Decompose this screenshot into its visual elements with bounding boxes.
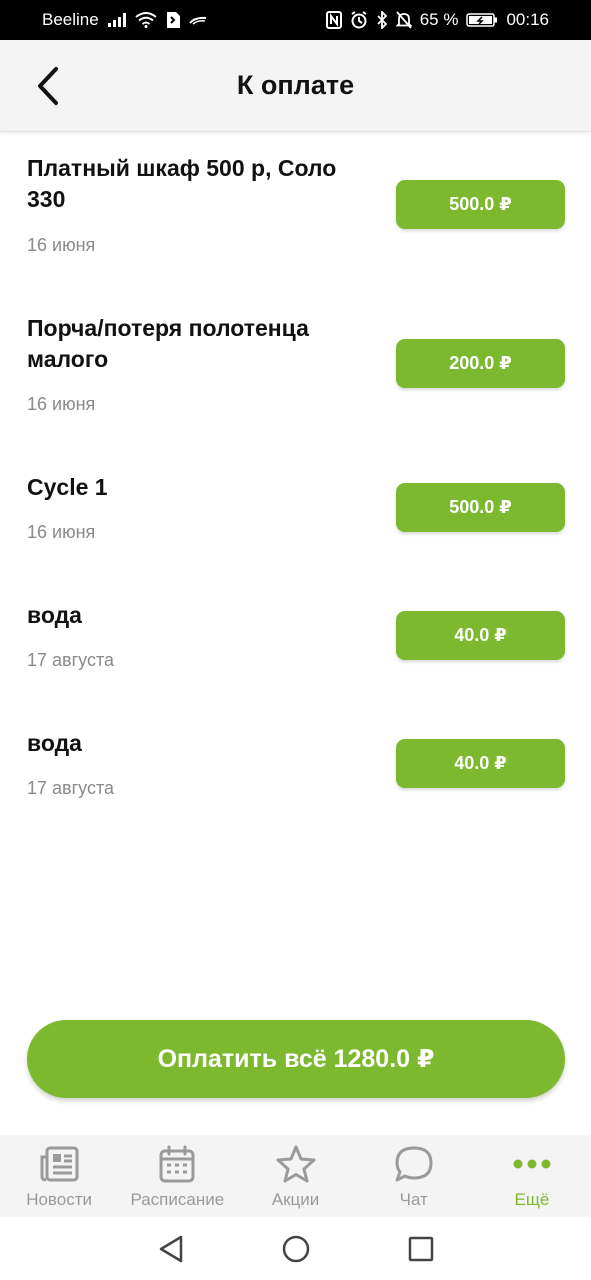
screen: Beeline 65 % 00:16 К оплате Платный шкаф… — [0, 0, 591, 1280]
signal-icon — [107, 12, 127, 28]
payment-date: 17 августа — [27, 650, 115, 670]
pay-amount-button[interactable]: 500.0 ₽ — [396, 483, 565, 532]
star-icon — [276, 1144, 316, 1184]
app-header: К оплате — [0, 40, 591, 132]
payment-title: вода — [27, 730, 82, 756]
nav-home-button[interactable] — [276, 1229, 316, 1269]
payment-date: 17 августа — [27, 778, 115, 798]
tab-label: Акции — [271, 1190, 320, 1209]
pay-amount-button[interactable]: 40.0 ₽ — [396, 611, 565, 660]
tab-label: Расписание — [130, 1190, 225, 1209]
sim-icon — [165, 11, 181, 29]
tab-label: Новости — [26, 1190, 92, 1209]
payment-date: 16 июня — [27, 522, 96, 542]
pay-all-button[interactable]: Оплатить всё 1280.0 ₽ — [27, 1020, 565, 1098]
circle-home-icon — [282, 1235, 309, 1262]
bottom-tab-bar: Новости Расписание Акции Чат Ещё — [0, 1135, 591, 1217]
battery-icon — [466, 12, 498, 28]
nfc-icon — [325, 11, 342, 29]
bluetooth-icon — [376, 11, 388, 29]
payment-title: Платный шкаф 500 р, Соло 330 — [27, 155, 337, 212]
news-icon — [39, 1144, 79, 1184]
tab-news[interactable]: Новости — [0, 1135, 118, 1217]
page-title: К оплате — [236, 70, 355, 100]
mute-icon — [395, 11, 412, 29]
nav-recents-button[interactable] — [401, 1229, 441, 1269]
pay-amount-button[interactable]: 40.0 ₽ — [396, 739, 565, 788]
alarm-icon — [350, 11, 368, 29]
status-right: 65 % 00:16 — [325, 10, 549, 30]
tab-chat[interactable]: Чат — [355, 1135, 473, 1217]
status-bar: Beeline 65 % 00:16 — [0, 0, 591, 40]
payment-title: Cycle 1 — [27, 474, 108, 500]
payment-date: 16 июня — [27, 235, 96, 255]
signal-extra-icon — [188, 15, 207, 25]
tab-schedule[interactable]: Расписание — [118, 1135, 236, 1217]
status-left: Beeline — [42, 10, 207, 30]
pay-amount-button[interactable]: 200.0 ₽ — [396, 339, 565, 388]
chat-icon — [394, 1144, 434, 1184]
pay-amount-button[interactable]: 500.0 ₽ — [396, 180, 565, 229]
tab-promotions[interactable]: Акции — [236, 1135, 354, 1217]
tab-more[interactable]: Ещё — [473, 1135, 591, 1217]
square-recents-icon — [408, 1236, 433, 1261]
nav-back-button[interactable] — [151, 1229, 191, 1269]
triangle-back-icon — [159, 1235, 182, 1262]
clock: 00:16 — [506, 10, 549, 29]
battery-percent: 65 % — [419, 10, 459, 29]
payment-date: 16 июня — [27, 394, 96, 414]
carrier-label: Beeline — [42, 10, 99, 29]
tab-label: Ещё — [514, 1190, 550, 1209]
more-icon — [512, 1144, 552, 1184]
wifi-icon — [135, 12, 157, 28]
system-nav-bar — [0, 1217, 591, 1280]
calendar-icon — [159, 1144, 195, 1184]
tab-label: Чат — [399, 1190, 428, 1209]
payment-title: Порча/потеря полотенца малого — [27, 315, 309, 372]
payment-title: вода — [27, 602, 82, 628]
